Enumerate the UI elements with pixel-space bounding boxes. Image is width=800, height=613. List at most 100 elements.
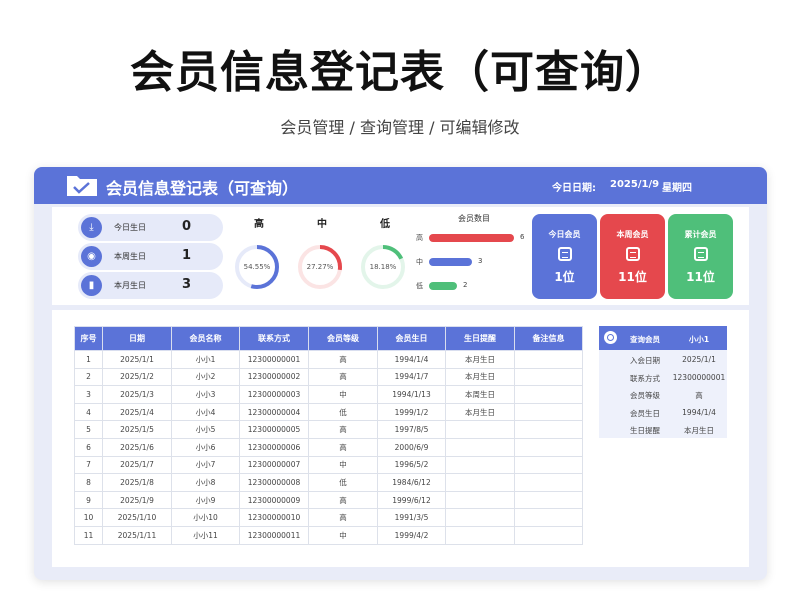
table-cell[interactable] [514,420,583,439]
table-cell[interactable]: 低 [308,402,378,422]
table-cell[interactable] [514,385,583,404]
table-cell[interactable]: 5 [74,420,103,439]
table-cell[interactable]: 2000/6/9 [377,437,446,457]
table-cell[interactable]: 2025/1/3 [102,385,172,404]
table-cell[interactable]: 小小11 [171,525,240,545]
table-cell[interactable]: 1994/1/13 [377,385,446,404]
table-cell[interactable]: 高 [308,350,378,369]
table-cell[interactable]: 12300000011 [239,525,309,545]
table-cell[interactable]: 小小3 [171,385,240,404]
table-cell[interactable] [514,437,583,457]
table-row[interactable]: 3 2025/1/3 小小3 12300000003 中 1994/1/13 本周生日 [74,385,583,404]
col-header[interactable]: 会员名称 [171,326,240,351]
table-cell[interactable]: 小小9 [171,490,240,510]
table-cell[interactable]: 高 [308,367,378,387]
table-cell[interactable]: 2025/1/1 [102,350,172,369]
table-cell[interactable]: 12300000001 [239,350,309,369]
table-cell[interactable] [514,508,583,527]
table-cell[interactable]: 1984/6/12 [377,473,446,492]
table-cell[interactable]: 低 [308,473,378,492]
table-cell[interactable]: 2025/1/9 [102,490,172,510]
table-cell[interactable]: 高 [308,420,378,439]
table-cell[interactable] [445,525,515,545]
table-cell[interactable]: 12300000005 [239,420,309,439]
table-cell[interactable]: 高 [308,508,378,527]
table-row[interactable]: 1 2025/1/1 小小1 12300000001 高 1994/1/4 本月生日 [74,350,583,369]
table-cell[interactable] [514,402,583,422]
table-cell[interactable]: 1994/1/4 [377,350,446,369]
table-cell[interactable]: 小小4 [171,402,240,422]
table-cell[interactable]: 中 [308,455,378,475]
table-cell[interactable]: 高 [308,490,378,510]
table-cell[interactable]: 10 [74,508,103,527]
table-cell[interactable]: 2025/1/11 [102,525,172,545]
table-cell[interactable]: 小小5 [171,420,240,439]
table-cell[interactable]: 1999/1/2 [377,402,446,422]
table-cell[interactable] [514,525,583,545]
table-cell[interactable]: 1 [74,350,103,369]
table-cell[interactable]: 1999/6/12 [377,490,446,510]
table-cell[interactable]: 小小1 [171,350,240,369]
table-cell[interactable]: 9 [74,490,103,510]
table-cell[interactable]: 1996/5/2 [377,455,446,475]
table-row[interactable]: 6 2025/1/6 小小6 12300000006 高 2000/6/9 [74,437,583,457]
table-cell[interactable]: 小小8 [171,473,240,492]
col-header[interactable]: 会员生日 [377,326,446,351]
table-cell[interactable]: 12300000008 [239,473,309,492]
table-cell[interactable]: 12300000006 [239,437,309,457]
table-cell[interactable]: 12300000010 [239,508,309,527]
table-cell[interactable] [445,455,515,475]
table-cell[interactable] [514,455,583,475]
table-cell[interactable]: 本月生日 [445,350,515,369]
table-cell[interactable]: 2025/1/7 [102,455,172,475]
col-header[interactable]: 备注信息 [514,326,583,351]
table-cell[interactable] [445,437,515,457]
table-cell[interactable]: 12300000007 [239,455,309,475]
table-cell[interactable]: 1994/1/7 [377,367,446,387]
table-cell[interactable] [514,367,583,387]
table-cell[interactable] [445,420,515,439]
table-cell[interactable]: 小小10 [171,508,240,527]
table-cell[interactable]: 1991/3/5 [377,508,446,527]
table-row[interactable]: 11 2025/1/11 小小11 12300000011 中 1999/4/2 [74,525,583,545]
table-cell[interactable]: 12300000009 [239,490,309,510]
table-row[interactable]: 2 2025/1/2 小小2 12300000002 高 1994/1/7 本月生日 [74,367,583,387]
table-cell[interactable]: 本周生日 [445,385,515,404]
table-cell[interactable]: 6 [74,437,103,457]
table-cell[interactable]: 11 [74,525,103,545]
table-cell[interactable]: 12300000004 [239,402,309,422]
table-cell[interactable]: 中 [308,525,378,545]
table-cell[interactable]: 2025/1/6 [102,437,172,457]
table-row[interactable]: 9 2025/1/9 小小9 12300000009 高 1999/6/12 [74,490,583,510]
table-row[interactable]: 8 2025/1/8 小小8 12300000008 低 1984/6/12 [74,473,583,492]
table-cell[interactable]: 本月生日 [445,402,515,422]
table-cell[interactable]: 2 [74,367,103,387]
table-cell[interactable]: 4 [74,402,103,422]
table-cell[interactable]: 小小2 [171,367,240,387]
table-cell[interactable] [445,473,515,492]
table-cell[interactable] [514,490,583,510]
table-cell[interactable]: 2025/1/4 [102,402,172,422]
table-cell[interactable]: 12300000002 [239,367,309,387]
table-cell[interactable] [514,350,583,369]
col-header[interactable]: 生日提醒 [445,326,515,351]
col-header[interactable]: 日期 [102,326,172,351]
table-row[interactable]: 7 2025/1/7 小小7 12300000007 中 1996/5/2 [74,455,583,475]
table-cell[interactable]: 本月生日 [445,367,515,387]
table-cell[interactable] [445,490,515,510]
table-row[interactable]: 10 2025/1/10 小小10 12300000010 高 1991/3/5 [74,508,583,527]
table-cell[interactable]: 1999/4/2 [377,525,446,545]
col-header[interactable]: 联系方式 [239,326,309,351]
table-cell[interactable]: 3 [74,385,103,404]
table-cell[interactable]: 2025/1/5 [102,420,172,439]
table-cell[interactable]: 中 [308,385,378,404]
table-cell[interactable] [445,508,515,527]
table-cell[interactable]: 12300000003 [239,385,309,404]
col-header[interactable]: 序号 [74,326,103,351]
table-row[interactable]: 4 2025/1/4 小小4 12300000004 低 1999/1/2 本月生日 [74,402,583,422]
table-cell[interactable]: 2025/1/8 [102,473,172,492]
table-cell[interactable]: 小小7 [171,455,240,475]
table-cell[interactable]: 2025/1/10 [102,508,172,527]
table-cell[interactable]: 7 [74,455,103,475]
table-cell[interactable] [514,473,583,492]
